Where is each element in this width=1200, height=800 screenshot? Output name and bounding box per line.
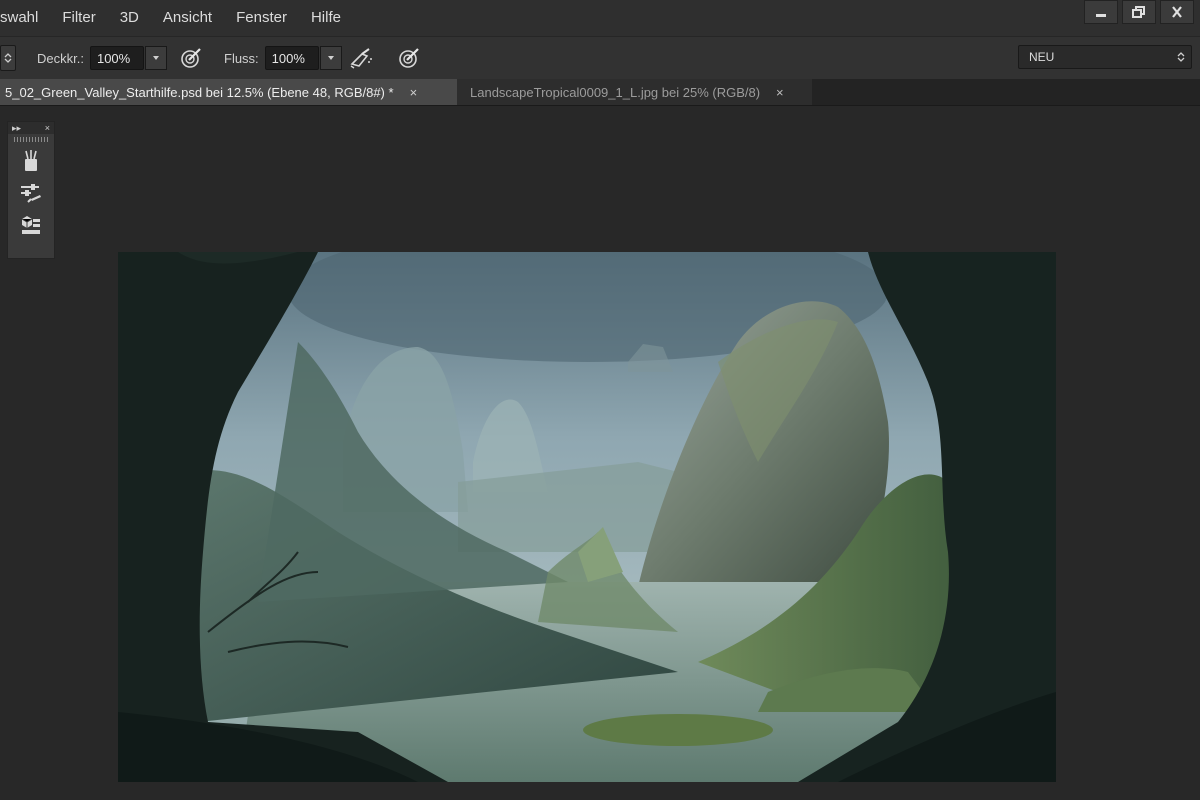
chevron-updown-icon bbox=[4, 53, 12, 63]
airbrush-wrap bbox=[346, 37, 376, 79]
brush-preset-toggle[interactable] bbox=[0, 45, 16, 71]
pressure-opacity-button[interactable] bbox=[176, 43, 206, 73]
clone-source-icon bbox=[21, 216, 40, 234]
opacity-label: Deckkr.: bbox=[37, 50, 84, 66]
pen-pressure-icon bbox=[181, 48, 201, 68]
brush-settings-button[interactable] bbox=[8, 177, 54, 209]
flow-input[interactable]: 100% bbox=[264, 46, 319, 70]
menu-auswahl[interactable]: swahl bbox=[0, 0, 50, 36]
close-icon bbox=[1172, 6, 1182, 18]
floating-panel: ▸▸ × bbox=[7, 121, 55, 259]
opacity-dropdown[interactable] bbox=[144, 46, 167, 70]
document-tab-bar: 5_02_Green_Valley_Starthilfe.psd bei 12.… bbox=[0, 79, 1200, 106]
document-canvas-image[interactable] bbox=[118, 252, 1056, 782]
airbrush-icon bbox=[350, 48, 372, 69]
menu-3d[interactable]: 3D bbox=[108, 0, 151, 36]
panel-header: ▸▸ × bbox=[8, 122, 54, 134]
airbrush-button[interactable] bbox=[346, 43, 376, 73]
chevron-down-icon bbox=[152, 56, 159, 60]
opacity-group: Deckkr.: 100% bbox=[37, 37, 167, 79]
menu-hilfe[interactable]: Hilfe bbox=[299, 0, 353, 36]
workspace-preset-select[interactable]: NEU bbox=[1018, 45, 1192, 69]
window-controls bbox=[1084, 0, 1194, 24]
menu-filter[interactable]: Filter bbox=[50, 0, 107, 36]
chevron-down-icon bbox=[327, 56, 334, 60]
workspace-preset-value: NEU bbox=[1029, 50, 1055, 64]
tab-close-icon[interactable]: × bbox=[410, 85, 418, 100]
tool-options-bar: Deckkr.: 100% Fluss: 100% NEU bbox=[0, 36, 1200, 80]
minimize-icon bbox=[1096, 14, 1106, 17]
brush-presets-button[interactable] bbox=[8, 145, 54, 177]
tab-landscape-tropical[interactable]: LandscapeTropical0009_1_L.jpg bei 25% (R… bbox=[457, 79, 812, 105]
brush-preset-toggle-wrap bbox=[0, 37, 16, 79]
panel-close-icon[interactable]: × bbox=[45, 123, 50, 133]
opacity-input[interactable]: 100% bbox=[89, 46, 144, 70]
panel-collapse-icon[interactable]: ▸▸ bbox=[12, 123, 21, 134]
tab-close-icon[interactable]: × bbox=[776, 85, 784, 100]
brush-presets-icon bbox=[25, 150, 37, 171]
restore-button[interactable] bbox=[1122, 0, 1156, 24]
chevron-updown-icon bbox=[1177, 52, 1185, 62]
tab-label: LandscapeTropical0009_1_L.jpg bei 25% (R… bbox=[470, 84, 761, 100]
panel-grip[interactable] bbox=[14, 137, 48, 142]
menu-ansicht[interactable]: Ansicht bbox=[151, 0, 224, 36]
menu-bar: swahl Filter 3D Ansicht Fenster Hilfe bbox=[0, 0, 1200, 36]
flow-group: Fluss: 100% bbox=[224, 37, 342, 79]
restore-icon bbox=[1132, 6, 1145, 18]
landscape-painting bbox=[118, 252, 1056, 782]
pressure-opacity-wrap bbox=[176, 37, 206, 79]
brush-settings-icon bbox=[21, 184, 41, 203]
pen-pressure-size-icon bbox=[399, 48, 419, 68]
flow-label: Fluss: bbox=[224, 50, 259, 66]
menu-fenster[interactable]: Fenster bbox=[224, 0, 299, 36]
main-menu: swahl Filter 3D Ansicht Fenster Hilfe bbox=[0, 0, 353, 36]
close-window-button[interactable] bbox=[1160, 0, 1194, 24]
tab-green-valley[interactable]: 5_02_Green_Valley_Starthilfe.psd bei 12.… bbox=[0, 79, 457, 105]
minimize-button[interactable] bbox=[1084, 0, 1118, 24]
clone-source-button[interactable] bbox=[8, 209, 54, 241]
pressure-size-button[interactable] bbox=[394, 43, 424, 73]
pressure-size-wrap bbox=[394, 37, 424, 79]
flow-dropdown[interactable] bbox=[319, 46, 342, 70]
tab-label: 5_02_Green_Valley_Starthilfe.psd bei 12.… bbox=[5, 84, 394, 100]
